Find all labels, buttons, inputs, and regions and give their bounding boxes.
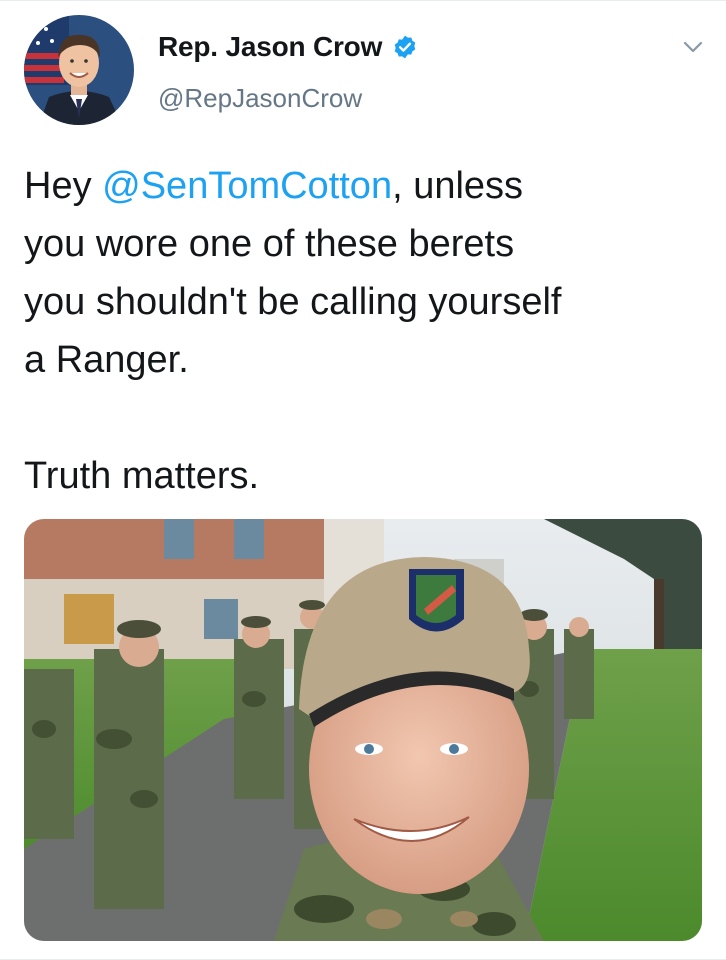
- author-handle[interactable]: @RepJasonCrow: [158, 83, 362, 114]
- tweet-line-5: Truth matters.: [24, 455, 260, 497]
- author-avatar[interactable]: [24, 15, 134, 125]
- tweet-line-3: you shouldn't be calling yourself: [24, 281, 562, 323]
- tweet-line-2: you wore one of these berets: [24, 223, 515, 265]
- tweet-line-4: a Ranger.: [24, 339, 189, 381]
- author-display-name[interactable]: Rep. Jason Crow: [158, 31, 382, 63]
- tweet-line-1-rest: , unless: [392, 165, 524, 207]
- mention-link[interactable]: @SenTomCotton: [102, 165, 392, 207]
- tweet-prefix: Hey: [24, 165, 103, 207]
- photo-soldiers-beret: [24, 519, 702, 941]
- avatar-photo: [24, 15, 134, 125]
- tweet-card[interactable]: Rep. Jason Crow @RepJasonCrow Hey @SenTo…: [0, 0, 726, 960]
- tweet-text: Hey @SenTomCotton, unless you wore one o…: [24, 157, 684, 505]
- verified-badge-icon: [392, 34, 418, 60]
- chevron-down-icon[interactable]: [682, 39, 704, 55]
- attached-photo[interactable]: [24, 519, 702, 941]
- tweet-line-1: Hey @SenTomCotton, unless: [24, 157, 684, 215]
- author-name-row[interactable]: Rep. Jason Crow: [158, 31, 418, 63]
